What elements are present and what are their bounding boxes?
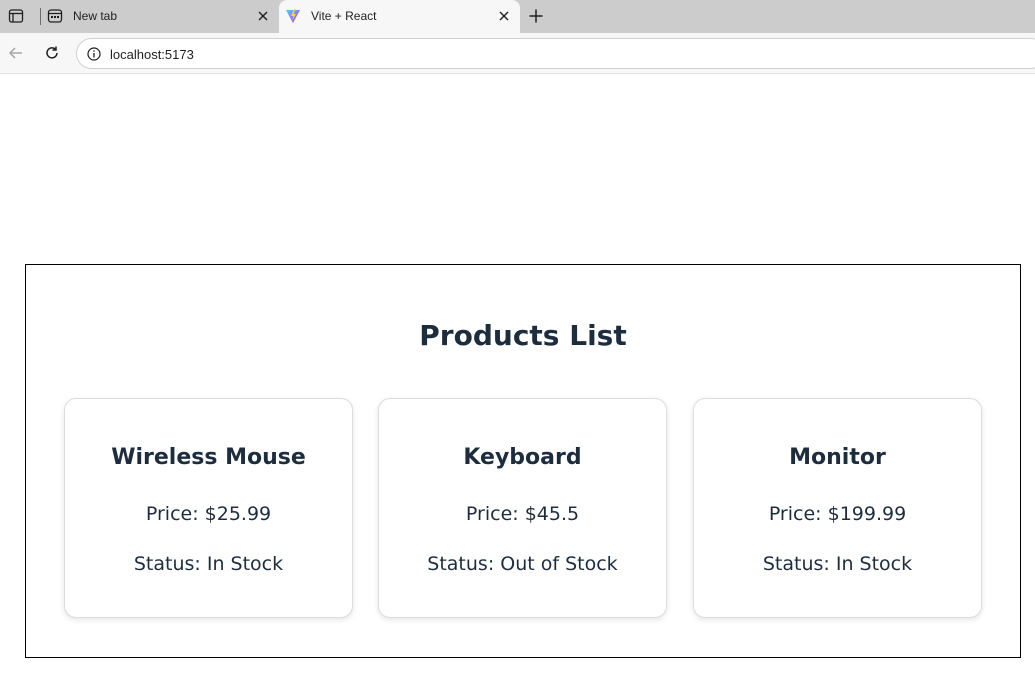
product-price: Price: $25.99 xyxy=(145,503,272,525)
tab-strip: New tab Vite + React xyxy=(0,0,1035,33)
products-container: Products List Wireless Mouse Price: $25.… xyxy=(25,264,1021,658)
site-info-icon[interactable] xyxy=(86,46,102,62)
tab-title: New tab xyxy=(73,9,118,23)
url-text[interactable]: localhost:5173 xyxy=(110,47,194,62)
address-bar[interactable]: localhost:5173 xyxy=(76,38,1035,69)
product-card: Monitor Price: $199.99 Status: In Stock xyxy=(693,398,982,618)
vite-logo-icon xyxy=(285,8,301,24)
product-price: Price: $199.99 xyxy=(768,503,907,525)
product-name: Monitor xyxy=(789,445,886,470)
new-tab-button[interactable] xyxy=(524,4,548,28)
close-tab-icon[interactable] xyxy=(255,8,271,24)
tab-vite-react[interactable]: Vite + React xyxy=(279,0,520,33)
newtab-page-icon xyxy=(47,8,63,24)
tab-new-tab[interactable]: New tab xyxy=(41,0,279,33)
tab-actions-button[interactable] xyxy=(4,4,28,28)
page-viewport: Products List Wireless Mouse Price: $25.… xyxy=(0,75,1035,678)
product-name: Wireless Mouse xyxy=(111,445,306,470)
product-card: Wireless Mouse Price: $25.99 Status: In … xyxy=(64,398,353,618)
product-card: Keyboard Price: $45.5 Status: Out of Sto… xyxy=(378,398,667,618)
browser-toolbar: localhost:5173 xyxy=(0,33,1035,74)
page-title: Products List xyxy=(419,319,627,352)
plus-icon xyxy=(529,9,543,23)
back-arrow-icon xyxy=(8,47,22,59)
product-name: Keyboard xyxy=(463,445,582,470)
product-status: Status: In Stock xyxy=(133,553,284,575)
tab-actions-icon xyxy=(8,9,24,23)
product-status: Status: In Stock xyxy=(762,553,913,575)
tab-title: Vite + React xyxy=(311,9,377,23)
product-price: Price: $45.5 xyxy=(465,503,580,525)
back-button[interactable] xyxy=(4,41,28,65)
close-tab-icon[interactable] xyxy=(496,8,512,24)
reload-icon xyxy=(46,46,58,59)
reload-button[interactable] xyxy=(40,41,64,65)
product-status: Status: Out of Stock xyxy=(427,553,618,575)
